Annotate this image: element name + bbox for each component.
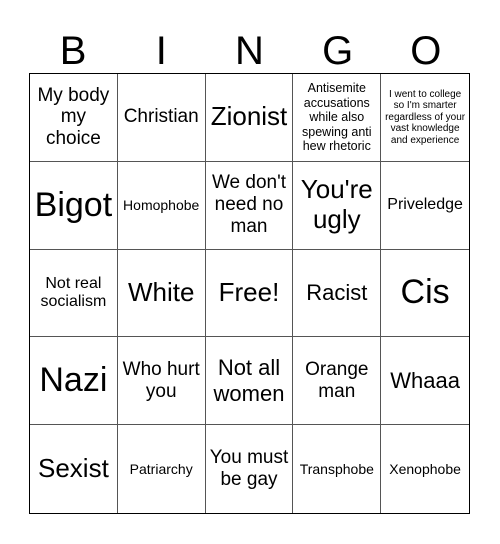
bingo-cell[interactable]: Antisemite accusations while also spewin…	[293, 74, 382, 162]
bingo-cell[interactable]: I went to college so I'm smarter regardl…	[381, 74, 469, 162]
bingo-cell[interactable]: Bigot	[30, 161, 118, 250]
bingo-cell[interactable]: Nazi	[30, 337, 118, 426]
bingo-cell[interactable]: Priveledge	[381, 162, 469, 250]
bingo-cell[interactable]: Whaaa	[381, 337, 469, 426]
bingo-cell[interactable]: Not real socialism	[30, 249, 118, 338]
header-letter-g: G	[322, 29, 354, 73]
bingo-cell[interactable]: Not all women	[205, 337, 294, 426]
bingo-cell[interactable]: You're ugly	[293, 161, 382, 250]
header-letter-i: I	[155, 29, 167, 73]
bingo-cell[interactable]: Racist	[293, 249, 382, 338]
bingo-cell[interactable]: Sexist	[30, 425, 118, 513]
bingo-cell[interactable]: Zionist	[205, 74, 294, 162]
bingo-cell[interactable]: Transphobe	[293, 425, 382, 513]
bingo-cell[interactable]: Free!	[205, 249, 294, 338]
header-letter-b: B	[59, 29, 87, 73]
bingo-cell[interactable]: Who hurt you	[117, 337, 206, 426]
bingo-cell[interactable]: White	[117, 249, 206, 338]
header-letter-n: N	[235, 29, 264, 73]
bingo-cell[interactable]: We don't need no man	[205, 161, 294, 250]
bingo-cell[interactable]: My body my choice	[30, 74, 118, 162]
bingo-header: B I N G O	[29, 26, 470, 76]
bingo-grid: My body my choice Christian Zionist Anti…	[29, 73, 470, 514]
bingo-cell[interactable]: Christian	[117, 74, 206, 162]
header-letter-o: O	[410, 29, 442, 73]
bingo-cell[interactable]: Cis	[381, 250, 469, 338]
bingo-cell[interactable]: You must be gay	[206, 425, 294, 513]
bingo-cell[interactable]: Homophobe	[117, 161, 206, 250]
bingo-cell[interactable]: Patriarchy	[118, 425, 206, 513]
bingo-cell[interactable]: Orange man	[293, 337, 382, 426]
bingo-cell[interactable]: Xenophobe	[381, 425, 469, 513]
